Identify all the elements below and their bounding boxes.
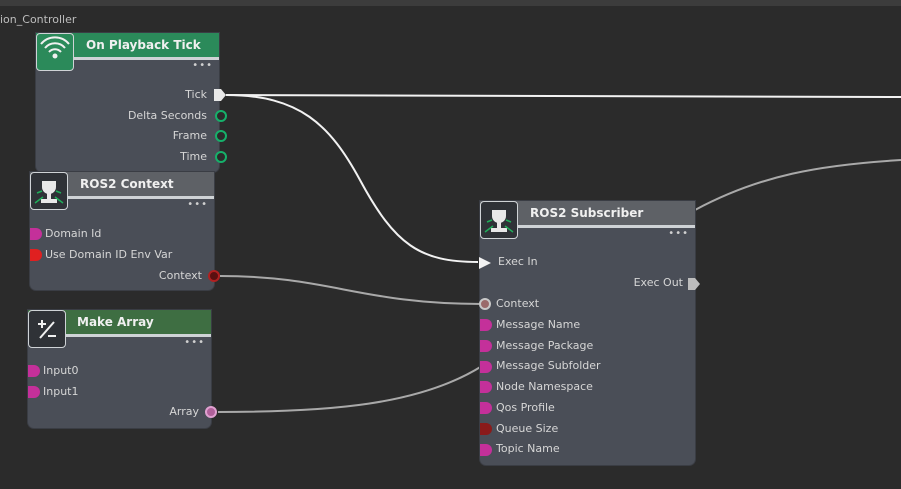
message-name-pin[interactable] bbox=[480, 319, 492, 331]
port-topic-name: Topic Name bbox=[496, 442, 560, 455]
domain-id-pin[interactable] bbox=[30, 228, 42, 240]
input0-pin[interactable] bbox=[28, 365, 40, 377]
context-in-pin[interactable] bbox=[479, 298, 491, 310]
wifi-signal-icon bbox=[36, 33, 74, 71]
input1-pin[interactable] bbox=[28, 386, 40, 398]
port-node-namespace: Node Namespace bbox=[496, 380, 593, 393]
node-ros2-subscriber[interactable]: ROS2 Subscriber ••• Exec In Exec Out Con… bbox=[478, 201, 700, 465]
port-message-name: Message Name bbox=[496, 318, 581, 331]
exec-in-pin[interactable] bbox=[478, 256, 492, 270]
qos-profile-pin[interactable] bbox=[480, 402, 492, 414]
port-frame: Frame bbox=[172, 129, 207, 142]
port-domain-id: Domain Id bbox=[45, 227, 102, 240]
node-menu-dots[interactable]: ••• bbox=[668, 229, 689, 239]
frame-pin[interactable] bbox=[215, 130, 227, 142]
exec-out-pin[interactable] bbox=[213, 88, 227, 102]
port-use-domain-id-env-var: Use Domain ID Env Var bbox=[45, 248, 173, 261]
port-input0: Input0 bbox=[43, 364, 79, 377]
wire-tick-to-offscreen bbox=[225, 94, 901, 98]
node-on-playback-tick[interactable]: On Playback Tick ••• Tick Delta Seconds … bbox=[36, 33, 227, 172]
delta-seconds-pin[interactable] bbox=[215, 110, 227, 122]
wire-tick-to-exec-in bbox=[225, 94, 479, 263]
wire-array-to-subfolder bbox=[217, 365, 483, 413]
port-input1: Input1 bbox=[43, 385, 79, 398]
plus-minus-icon bbox=[28, 310, 66, 348]
use-domain-id-env-var-pin[interactable] bbox=[30, 249, 42, 261]
queue-size-pin[interactable] bbox=[480, 423, 492, 435]
wire-context-to-context bbox=[219, 275, 483, 305]
port-message-package: Message Package bbox=[496, 339, 594, 352]
node-menu-dots[interactable]: ••• bbox=[184, 338, 205, 348]
time-pin[interactable] bbox=[215, 151, 227, 163]
node-title: ROS2 Subscriber bbox=[530, 206, 644, 220]
node-menu-dots[interactable]: ••• bbox=[192, 61, 213, 71]
ros-trophy-icon bbox=[30, 172, 68, 210]
port-exec-out: Exec Out bbox=[633, 276, 683, 289]
wire-exec-out-offscreen bbox=[694, 159, 901, 211]
top-toolbar-strip bbox=[0, 0, 901, 6]
port-tick: Tick bbox=[185, 88, 207, 101]
port-exec-in: Exec In bbox=[498, 255, 538, 268]
node-namespace-pin[interactable] bbox=[480, 381, 492, 393]
graph-title: ion_Controller bbox=[0, 13, 77, 26]
node-menu-dots[interactable]: ••• bbox=[187, 200, 208, 210]
port-qos-profile: Qos Profile bbox=[496, 401, 555, 414]
port-queue-size: Queue Size bbox=[496, 422, 559, 435]
ros-trophy-icon bbox=[480, 201, 518, 239]
port-context: Context bbox=[158, 269, 202, 282]
node-title: ROS2 Context bbox=[80, 177, 174, 191]
array-out-pin[interactable] bbox=[205, 406, 217, 418]
port-message-subfolder: Message Subfolder bbox=[496, 359, 601, 372]
node-make-array[interactable]: Make Array ••• Input0 Input1 Array bbox=[28, 310, 217, 428]
port-array: Array bbox=[169, 405, 199, 418]
port-context: Context bbox=[496, 297, 540, 310]
context-out-pin[interactable] bbox=[208, 270, 220, 282]
exec-out-pin[interactable] bbox=[687, 277, 701, 291]
node-title: Make Array bbox=[77, 315, 154, 329]
port-delta-seconds: Delta Seconds bbox=[127, 109, 207, 122]
message-package-pin[interactable] bbox=[480, 340, 492, 352]
node-title: On Playback Tick bbox=[86, 38, 201, 52]
topic-name-pin[interactable] bbox=[480, 444, 492, 456]
message-subfolder-pin[interactable] bbox=[480, 361, 492, 373]
node-ros2-context[interactable]: ROS2 Context ••• Domain Id Use Domain ID… bbox=[30, 172, 220, 290]
port-time: Time bbox=[180, 150, 207, 163]
